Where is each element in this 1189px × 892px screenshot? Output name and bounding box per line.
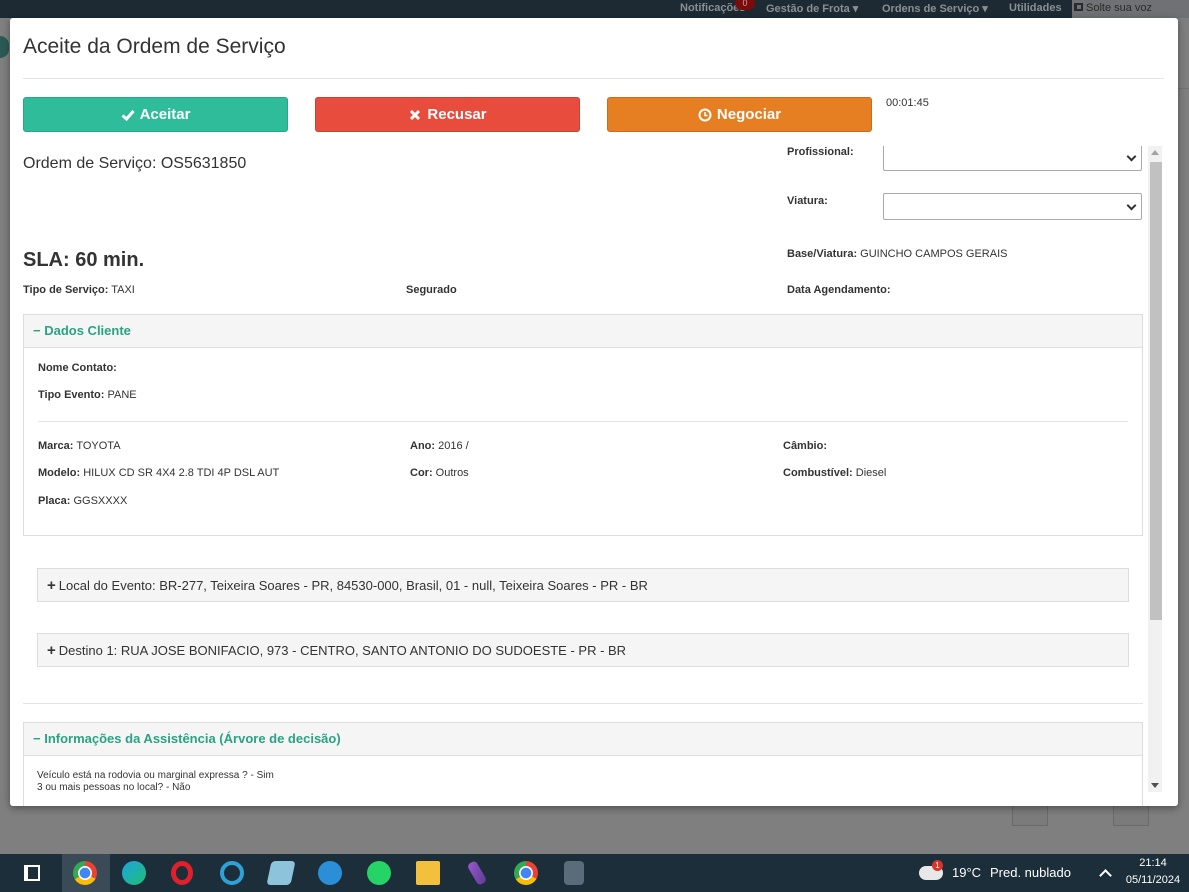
brand-field: Marca: TOYOTA	[38, 440, 121, 452]
calculator-icon[interactable]	[564, 861, 584, 885]
background-logo	[0, 36, 9, 58]
notepad-icon[interactable]	[266, 861, 296, 885]
insured-field: Segurado	[406, 284, 457, 296]
contact-field: Nome Contato:	[38, 362, 117, 374]
color-field: Cor: Outros	[410, 467, 469, 479]
content-scrollbar[interactable]	[1148, 146, 1162, 792]
professional-label: Profissional:	[787, 146, 854, 158]
task-view-icon[interactable]	[24, 865, 40, 881]
scroll-down-icon[interactable]	[1151, 783, 1159, 788]
assistance-panel-header[interactable]: − Informações da Assistência (Árvore de …	[24, 723, 1142, 756]
voice-button[interactable]: Solte sua voz	[1072, 0, 1189, 18]
year-field: Ano: 2016 /	[410, 440, 469, 452]
accept-button[interactable]: Aceitar	[23, 97, 288, 132]
order-number: Ordem de Serviço: OS5631850	[23, 155, 247, 172]
top-navigation: Notificações 0 Gestão de Frota ▾ Ordens …	[0, 0, 1189, 18]
edge-icon[interactable]	[122, 861, 146, 885]
title-divider	[23, 78, 1164, 79]
client-data-panel: − Dados Cliente Nome Contato: Tipo Event…	[23, 314, 1143, 536]
clock-time[interactable]: 21:14	[1125, 857, 1181, 869]
event-type-field: Tipo Evento: PANE	[38, 389, 137, 401]
windows-taskbar: 1 19°C Pred. nublado 21:14 05/11/2024	[0, 854, 1189, 892]
gearbox-field: Câmbio:	[783, 440, 827, 452]
scrollbar-thumb[interactable]	[1150, 162, 1162, 620]
megaphone-icon	[1074, 3, 1083, 11]
plus-icon: +	[47, 577, 56, 594]
weather-desc: Pred. nublado	[990, 865, 1071, 880]
assistance-panel-body: Veículo está na rodovia ou marginal expr…	[24, 756, 1142, 794]
model-field: Modelo: HILUX CD SR 4X4 2.8 TDI 4P DSL A…	[38, 467, 280, 479]
decision-line: 3 ou mais pessoas no local? - Não	[37, 782, 191, 793]
destination-toggle[interactable]: + Destino 1: RUA JOSE BONIFACIO, 973 - CE…	[37, 633, 1129, 667]
fuel-field: Combustível: Diesel	[783, 467, 887, 479]
reject-button[interactable]: Recusar	[315, 97, 580, 132]
background-button	[1113, 806, 1149, 826]
chevron-up-icon[interactable]	[1099, 869, 1112, 882]
times-icon	[408, 108, 422, 122]
app-icon[interactable]	[220, 861, 244, 885]
background-line	[1178, 88, 1189, 89]
chevron-down-icon	[1126, 200, 1137, 211]
opera-icon[interactable]	[171, 861, 193, 885]
negotiate-button[interactable]: Negociar	[607, 97, 872, 132]
chrome-icon[interactable]	[73, 861, 97, 885]
vehicle-select[interactable]	[883, 193, 1142, 220]
order-acceptance-modal: Aceite da Ordem de Serviço Aceitar Recus…	[10, 18, 1178, 806]
modal-content[interactable]: Ordem de Serviço: OS5631850 Profissional…	[23, 146, 1163, 806]
chevron-down-icon	[1126, 151, 1137, 162]
nav-fleet[interactable]: Gestão de Frota ▾	[766, 2, 858, 15]
plus-icon: +	[47, 642, 56, 659]
nav-utilities[interactable]: Utilidades	[1009, 2, 1062, 14]
professional-select[interactable]	[883, 146, 1142, 171]
modal-title: Aceite da Ordem de Serviço	[23, 35, 286, 58]
vehicle-label: Viatura:	[787, 195, 828, 207]
event-location-toggle[interactable]: + Local do Evento: BR-277, Teixeira Soare…	[37, 568, 1129, 602]
background-button	[1012, 806, 1048, 826]
section-divider	[23, 703, 1143, 704]
client-panel-header[interactable]: − Dados Cliente	[24, 315, 1142, 348]
plate-field: Placa: GGSXXXX	[38, 495, 128, 507]
notifications-badge: 0	[735, 0, 755, 10]
feather-app-icon[interactable]	[466, 860, 488, 886]
weather-temp: 19°C	[952, 865, 982, 880]
clock-date[interactable]: 05/11/2024	[1120, 874, 1186, 886]
countdown-timer: 00:01:45	[886, 97, 929, 109]
minus-icon: −	[33, 731, 41, 746]
check-icon	[121, 108, 135, 122]
schedule-field: Data Agendamento:	[787, 284, 891, 296]
sla-value: SLA: 60 min.	[23, 249, 145, 271]
scroll-up-icon[interactable]	[1151, 150, 1159, 155]
client-divider	[38, 421, 1128, 422]
phone-app-icon[interactable]	[318, 861, 342, 885]
minus-icon: −	[33, 323, 41, 338]
assistance-panel: − Informações da Assistência (Árvore de …	[23, 722, 1143, 806]
service-type-field: Tipo de Serviço: TAXI	[23, 284, 135, 296]
weather-badge: 1	[932, 860, 943, 871]
nav-orders[interactable]: Ordens de Serviço ▾	[882, 2, 988, 15]
chrome-icon[interactable]	[514, 861, 538, 885]
base-field: Base/Viatura: GUINCHO CAMPOS GERAIS	[787, 248, 1008, 260]
clock-icon	[698, 108, 712, 122]
decision-line: Veículo está na rodovia ou marginal expr…	[37, 770, 274, 781]
file-explorer-icon[interactable]	[416, 861, 440, 885]
whatsapp-icon[interactable]	[367, 861, 391, 885]
